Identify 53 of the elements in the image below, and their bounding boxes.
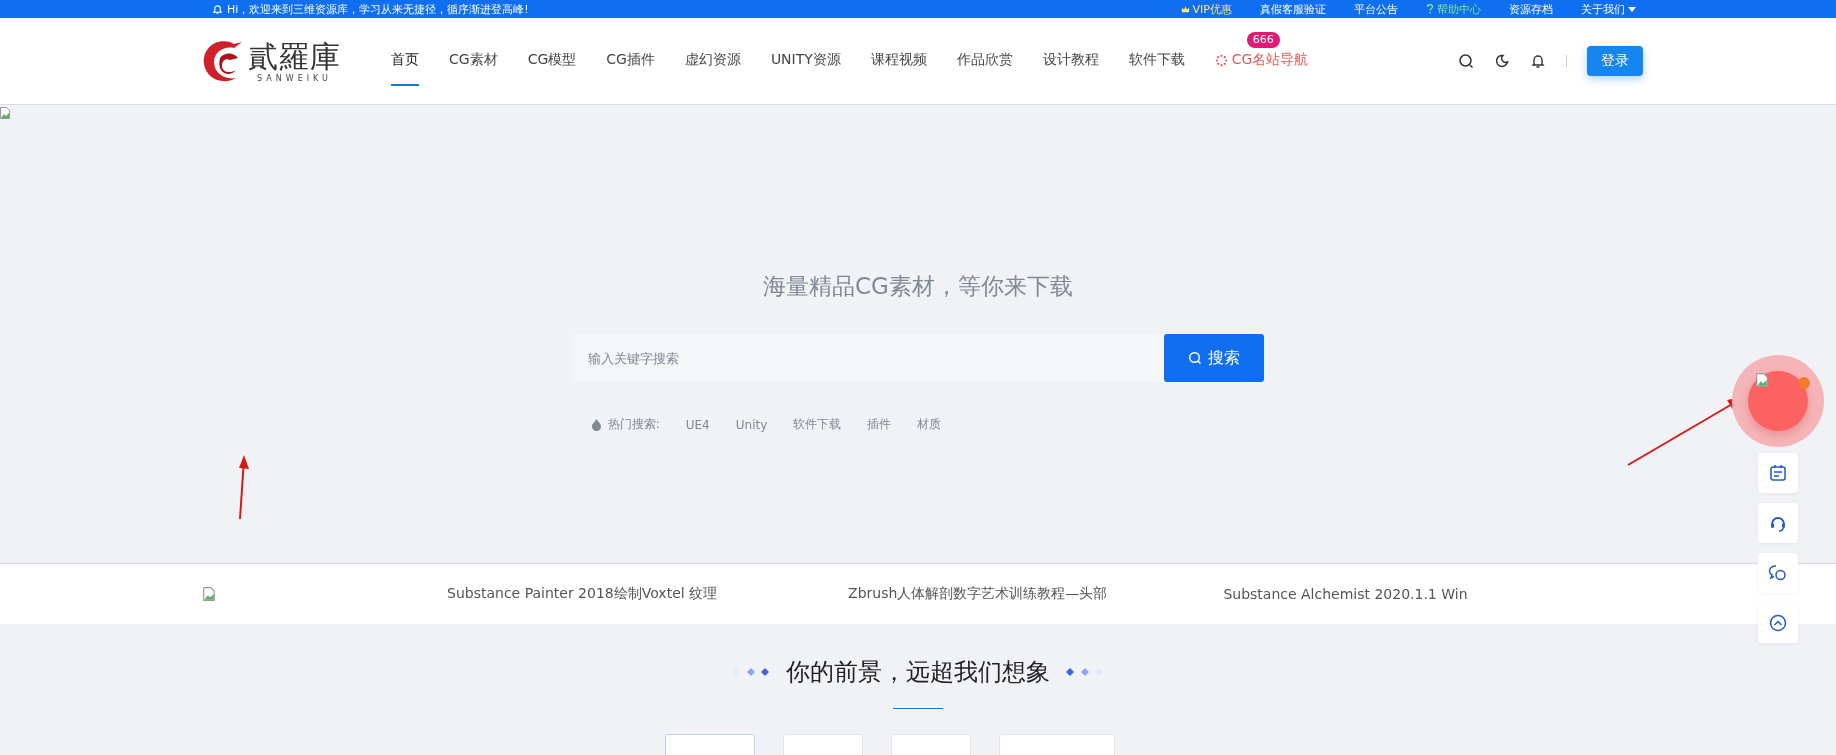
bell-icon[interactable] — [1530, 53, 1546, 69]
top-link[interactable]: 关于我们 — [1581, 1, 1625, 17]
back-to-top-button[interactable] — [1758, 603, 1798, 643]
nav-tab[interactable]: CG插件 — [606, 18, 655, 104]
login-button[interactable]: 登录 — [1587, 46, 1643, 76]
bell-icon — [212, 3, 223, 15]
headset-button[interactable] — [1758, 503, 1798, 543]
news-link[interactable]: Substance Painter 2018绘制Voxtel 纹理 — [447, 585, 718, 603]
notification-dot — [1798, 377, 1810, 389]
nav-tab[interactable]: 作品欣赏 — [956, 18, 1013, 104]
search-button[interactable]: 搜索 — [1164, 334, 1264, 382]
top-link[interactable]: 资源存档 — [1509, 1, 1553, 17]
loading-icon — [1214, 53, 1228, 67]
nav-tab[interactable]: 课程视频 — [870, 18, 927, 104]
hot-search-label: 热门搜索: — [607, 416, 660, 433]
crown-icon — [1180, 4, 1190, 14]
nav-tab[interactable]: 软件下载 — [1128, 18, 1185, 104]
search-icon[interactable] — [1458, 53, 1474, 69]
chat-icon — [1768, 563, 1788, 583]
search-field[interactable]: 输入关键字搜索 — [572, 334, 1164, 382]
calendar-button[interactable] — [1758, 453, 1798, 493]
nav-tab[interactable]: UNITY资源 — [770, 18, 841, 104]
diamond-decoration-icon — [1064, 666, 1106, 678]
chat-button[interactable] — [1758, 553, 1798, 593]
top-link[interactable]: VIP优惠 — [1192, 1, 1232, 17]
up-chevron-icon — [1768, 613, 1788, 633]
nav-tab[interactable]: 虚幻资源 — [684, 18, 741, 104]
section-title: 你的前景，远超我们想象 — [786, 657, 1050, 688]
nav-tab[interactable]: 设计教程 — [1042, 18, 1099, 104]
hero-title: 海量精品CG素材，等你来下载 — [763, 272, 1073, 301]
caret-icon — [1628, 6, 1636, 12]
broken-image-icon — [202, 587, 216, 601]
search-icon — [1188, 351, 1202, 365]
count-badge: 666 — [1246, 32, 1280, 48]
top-link[interactable]: 平台公告 — [1354, 1, 1398, 17]
top-link[interactable]: 真假客服验证 — [1260, 1, 1326, 17]
logo-subtitle: SANWEIKU — [257, 73, 332, 83]
diamond-decoration-icon — [730, 666, 772, 678]
nav-tab[interactable]: CG名站导航 666 — [1214, 18, 1309, 104]
news-link[interactable]: Substance Alchemist 2020.1.1 Win — [1223, 586, 1468, 602]
greeting-text: Hi，欢迎来到三维资源库，学习从来无捷径，循序渐进登高峰! — [227, 1, 529, 17]
arrow-drawing — [236, 455, 250, 521]
help-icon — [1426, 4, 1434, 14]
nav-tab[interactable]: 首页 — [391, 18, 419, 104]
nav-tab[interactable]: CG模型 — [527, 18, 577, 104]
logo-text: 貳羅庫 — [248, 39, 341, 74]
news-link[interactable]: Zbrush人体解剖数字艺术训练教程—头部 — [848, 585, 1108, 603]
moon-icon[interactable] — [1494, 53, 1510, 69]
logo[interactable]: 貳羅庫 SANWEIKU — [200, 36, 341, 86]
broken-image-icon — [1756, 373, 1768, 387]
nav-tab[interactable]: CG素材 — [449, 18, 498, 104]
broken-image-icon — [0, 107, 10, 119]
calendar-icon — [1768, 463, 1788, 483]
